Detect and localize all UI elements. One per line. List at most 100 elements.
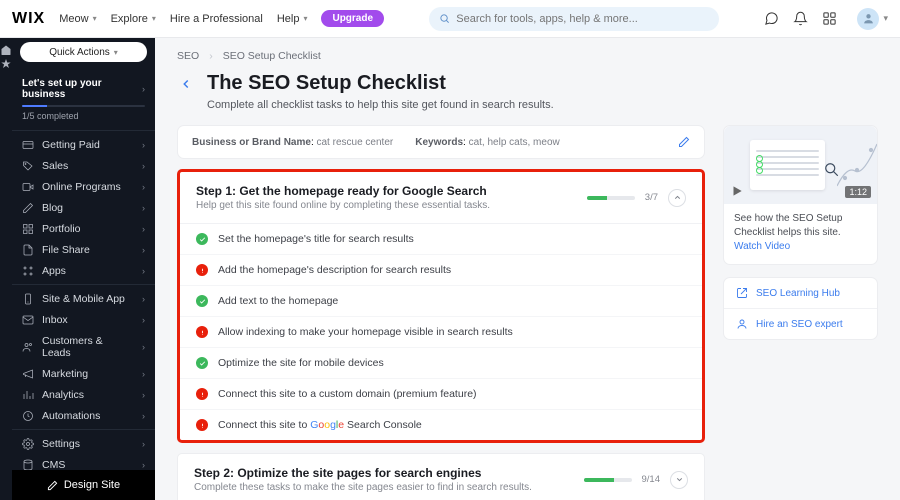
card-icon (22, 139, 34, 151)
sidebar-item-apps[interactable]: Apps› (12, 260, 155, 281)
star-icon[interactable] (0, 58, 12, 70)
sidebar-item-portfolio[interactable]: Portfolio› (12, 218, 155, 239)
tag-icon (22, 160, 34, 172)
account-menu[interactable]: ▾ (857, 8, 888, 30)
keywords-card: Business or Brand Name: cat rescue cente… (177, 125, 705, 159)
bell-icon[interactable] (793, 11, 808, 26)
step-1-card: Step 1: Get the homepage ready for Googl… (177, 169, 705, 443)
sidebar-item-blog[interactable]: Blog› (12, 197, 155, 218)
chevron-right-icon: › (142, 266, 145, 276)
upgrade-button[interactable]: Upgrade (321, 10, 384, 27)
sidebar-item-inbox[interactable]: Inbox› (12, 309, 155, 330)
step-1-desc: Help get this site found online by compl… (196, 200, 587, 211)
task-label: Add text to the homepage (218, 295, 338, 307)
edit-icon[interactable] (678, 136, 690, 148)
task-row[interactable]: Allow indexing to make your homepage vis… (180, 317, 702, 348)
sidebar-item-sales[interactable]: Sales› (12, 155, 155, 176)
task-row[interactable]: Add text to the homepage (180, 286, 702, 317)
task-row[interactable]: Connect this site to Google Search Conso… (180, 410, 702, 440)
topbar: WIX Meow▾ Explore▾ Hire a Professional H… (0, 0, 900, 38)
home-icon[interactable] (0, 44, 12, 56)
seo-hub-link[interactable]: SEO Learning Hub (724, 278, 877, 308)
step-2-progress (584, 478, 632, 482)
task-row[interactable]: Connect this site to a custom domain (pr… (180, 379, 702, 410)
site-menu[interactable]: Meow▾ (59, 13, 96, 25)
mega-icon (22, 368, 34, 380)
collapse-button[interactable] (668, 189, 686, 207)
gear-icon (22, 438, 34, 450)
design-site-button[interactable]: Design Site (12, 470, 155, 500)
crumb-root[interactable]: SEO (177, 50, 199, 62)
task-label: Add the homepage's description for searc… (218, 264, 451, 276)
watch-video-link[interactable]: Watch Video (734, 241, 790, 252)
alert-icon (196, 264, 208, 276)
video-card: 1:12 See how the SEO Setup Checklist hel… (723, 125, 878, 265)
app-launcher-icon[interactable] (822, 11, 837, 26)
task-row[interactable]: Set the homepage's title for search resu… (180, 224, 702, 255)
main-content: SEO › SEO Setup Checklist The SEO Setup … (155, 38, 900, 500)
search-input[interactable] (456, 13, 709, 25)
chevron-right-icon: › (142, 203, 145, 213)
sidebar-item-file-share[interactable]: File Share› (12, 239, 155, 260)
quick-actions-button[interactable]: Quick Actions▾ (20, 42, 147, 62)
chevron-right-icon: › (142, 390, 145, 400)
chevron-right-icon: › (142, 342, 145, 352)
expand-button[interactable] (670, 471, 688, 489)
chevron-right-icon: › (142, 294, 145, 304)
apps-icon (22, 265, 34, 277)
mail-icon (22, 314, 34, 326)
sidebar-item-customers-leads[interactable]: Customers & Leads› (12, 330, 155, 363)
phone-icon (22, 293, 34, 305)
gutter (0, 38, 12, 500)
page-subtitle: Complete all checklist tasks to help thi… (207, 99, 554, 111)
pencil-icon (47, 480, 58, 491)
video-thumbnail[interactable]: 1:12 (724, 126, 877, 204)
task-row[interactable]: Add the homepage's description for searc… (180, 255, 702, 286)
grid-icon (22, 223, 34, 235)
step-2-card: Step 2: Optimize the site pages for sear… (177, 453, 705, 500)
chevron-down-icon: ▾ (303, 14, 307, 23)
sidebar-item-analytics[interactable]: Analytics› (12, 384, 155, 405)
step-2-desc: Complete these tasks to make the site pa… (194, 482, 584, 493)
chevron-right-icon: › (142, 161, 145, 171)
help-menu[interactable]: Help▾ (277, 13, 308, 25)
chevron-right-icon: › (142, 182, 145, 192)
user-icon (736, 318, 748, 330)
global-search[interactable] (429, 7, 719, 31)
chevron-right-icon: › (142, 315, 145, 325)
auto-icon (22, 410, 34, 422)
explore-menu[interactable]: Explore▾ (111, 13, 156, 25)
chevron-right-icon: › (142, 411, 145, 421)
sidebar-item-cms[interactable]: CMS› (12, 454, 155, 470)
task-label: Connect this site to Google Search Conso… (218, 419, 422, 431)
step-2-title: Step 2: Optimize the site pages for sear… (194, 466, 584, 480)
step-1-title: Step 1: Get the homepage ready for Googl… (196, 184, 587, 198)
alert-icon (196, 419, 208, 431)
chevron-right-icon: › (142, 460, 145, 470)
task-label: Set the homepage's title for search resu… (218, 233, 414, 245)
sidebar-item-site-mobile-app[interactable]: Site & Mobile App› (12, 288, 155, 309)
task-label: Optimize the site for mobile devices (218, 357, 384, 369)
check-icon (196, 357, 208, 369)
chat-icon[interactable] (764, 11, 779, 26)
sidebar-item-marketing[interactable]: Marketing› (12, 363, 155, 384)
sidebar-item-getting-paid[interactable]: Getting Paid› (12, 134, 155, 155)
wix-logo[interactable]: WIX (12, 10, 45, 28)
chevron-right-icon: › (142, 245, 145, 255)
chevron-down-icon: ▾ (883, 13, 888, 24)
sidebar: Quick Actions▾ Let's set up your busines… (12, 38, 155, 500)
file-icon (22, 244, 34, 256)
db-icon (22, 459, 34, 471)
chevron-right-icon: › (142, 84, 145, 94)
alert-icon (196, 388, 208, 400)
task-row[interactable]: Optimize the site for mobile devices (180, 348, 702, 379)
sidebar-item-online-programs[interactable]: Online Programs› (12, 176, 155, 197)
hire-link[interactable]: Hire a Professional (170, 13, 263, 25)
video-duration: 1:12 (845, 186, 871, 198)
hire-expert-link[interactable]: Hire an SEO expert (724, 308, 877, 339)
setup-progress[interactable]: Let's set up your business› 1/5 complete… (12, 70, 155, 127)
sidebar-item-automations[interactable]: Automations› (12, 405, 155, 426)
back-button[interactable] (177, 75, 195, 93)
chevron-right-icon: › (209, 50, 213, 62)
sidebar-item-settings[interactable]: Settings› (12, 433, 155, 454)
